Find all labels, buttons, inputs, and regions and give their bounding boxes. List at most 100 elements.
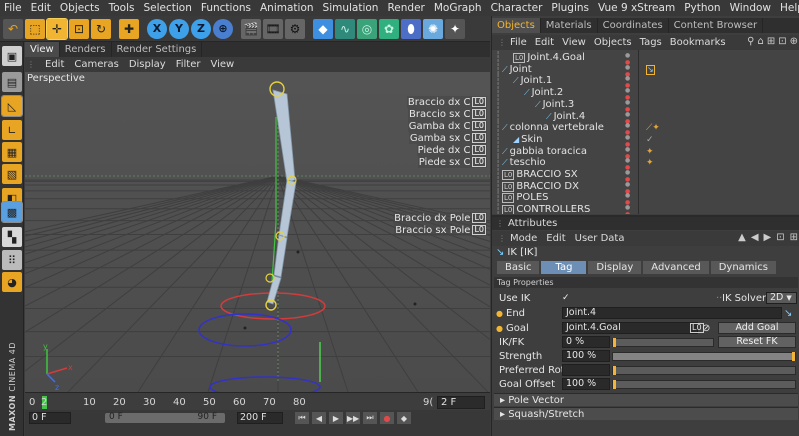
menu-window[interactable]: Window — [730, 2, 771, 14]
checker-icon[interactable]: ▚ — [2, 227, 22, 247]
tab-view[interactable]: View — [25, 42, 60, 57]
object-item-joint[interactable]: ┆ ⟋ Joint ● ● ↘ — [492, 64, 799, 77]
ik-tag-icon[interactable]: ↘ — [646, 64, 655, 75]
viewport-menu-view[interactable]: View — [210, 59, 234, 70]
object-item-joint-1[interactable]: ┆ ⟋ Joint.1 ● ● — [492, 75, 799, 89]
viewport-menu-cameras[interactable]: Cameras — [74, 59, 118, 70]
viewport-menu-edit[interactable]: Edit — [45, 59, 64, 70]
edges-mode-icon[interactable]: ▧ — [2, 164, 22, 184]
forward-icon[interactable]: ▶ — [764, 232, 772, 243]
preferred-rot-field[interactable] — [562, 364, 610, 376]
objects-menu-view[interactable]: View — [562, 37, 586, 48]
menu-plugins[interactable]: Plugins — [551, 2, 589, 14]
render-settings-icon[interactable]: ⚙ — [285, 18, 305, 39]
scene-icon[interactable]: ✺ — [423, 18, 443, 39]
attributes-menu-mode[interactable]: Mode — [510, 233, 537, 244]
object-mode-icon[interactable]: ◺ — [1, 95, 23, 117]
object-item-skin[interactable]: ┆ ◢ Skin ● ● ✓ — [492, 134, 799, 148]
menu-vue-9-xstream[interactable]: Vue 9 xStream — [598, 2, 675, 14]
object-item-braccio-dx[interactable]: ┆ L0 BRACCIO DX ● ● — [492, 181, 799, 195]
render-view-icon[interactable]: 🎬 — [241, 18, 261, 39]
back-icon[interactable]: ◀ — [751, 232, 759, 243]
menu-animation[interactable]: Animation — [260, 2, 314, 14]
coordinate-system-icon[interactable]: ⊕ — [213, 18, 233, 39]
controller-braccio-dx-c[interactable]: Braccio dx C L0 — [406, 96, 487, 108]
x-axis-icon[interactable]: X — [147, 18, 167, 39]
menu-help[interactable]: Help — [780, 2, 799, 14]
rotate-icon[interactable]: ↻ — [91, 18, 111, 39]
pole-vector-group[interactable]: ▸ Pole Vector — [494, 393, 798, 406]
objects-menu-tags[interactable]: Tags — [640, 37, 662, 48]
end-link-field[interactable]: Joint.4 — [562, 307, 782, 319]
workplane-icon[interactable]: ◕ — [2, 272, 22, 292]
cube-icon[interactable]: ◆ — [313, 18, 333, 39]
attr-tab-advanced[interactable]: Advanced — [643, 261, 709, 274]
ikfk-field[interactable]: 0 % — [562, 336, 610, 348]
ik-solver-select[interactable]: 2D ▼ — [766, 292, 797, 304]
menu-selection[interactable]: Selection — [143, 2, 191, 14]
render-picture-icon[interactable]: 🎞 — [263, 18, 283, 39]
nurbs-icon[interactable]: ◎ — [357, 18, 377, 39]
object-item-teschio[interactable]: ┆ ⟋ teschio ● ● ✦ — [492, 157, 799, 171]
tab-coordinates[interactable]: Coordinates — [598, 18, 669, 33]
constraint-tag-icon[interactable]: ✦ — [646, 146, 654, 158]
object-item-joint-4-goal[interactable]: ┆ L0 Joint.4.Goal ● ● — [492, 52, 799, 66]
controller-braccio-sx-c[interactable]: Braccio sx C L0 — [407, 108, 487, 120]
add-goal-button[interactable]: Add Goal — [718, 322, 796, 334]
end-frame-field[interactable]: 200 F — [237, 412, 283, 424]
menu-mograph[interactable]: MoGraph — [434, 2, 482, 14]
menu-simulation[interactable]: Simulation — [323, 2, 379, 14]
use-ik-checkbox[interactable]: ✓ — [562, 293, 570, 304]
current-frame-field[interactable]: 2 F — [437, 396, 485, 409]
object-item-joint-4[interactable]: ┆ ⟋ Joint.4 ● ● — [492, 111, 799, 125]
light-icon[interactable]: ✦ — [445, 18, 465, 39]
constraint-tag-icon[interactable]: ✦ — [646, 157, 654, 169]
end-animate-icon[interactable]: ● — [496, 307, 503, 320]
object-item-joint-2[interactable]: ┆ ⟋ Joint.2 ● ● — [492, 87, 799, 101]
object-item-braccio-sx[interactable]: ┆ L0 BRACCIO SX ● ● — [492, 169, 799, 183]
menu-functions[interactable]: Functions — [201, 2, 251, 14]
model-mode-icon[interactable]: ▤ — [2, 72, 22, 92]
scale-icon[interactable]: ⊡ — [69, 18, 89, 39]
goal-offset-slider[interactable] — [612, 380, 796, 389]
points-mode-icon[interactable]: ▦ — [2, 142, 22, 162]
home-icon[interactable]: ⌂ — [757, 36, 763, 47]
lock-icon[interactable]: ⊡ — [776, 232, 784, 243]
tab-renders[interactable]: Renders — [60, 42, 112, 57]
attributes-menu-user-data[interactable]: User Data — [575, 233, 625, 244]
z-axis-icon[interactable]: Z — [191, 18, 211, 39]
texture-mode-icon[interactable]: ▩ — [1, 201, 23, 223]
constraint-tag-icon[interactable]: ⟋✦ — [646, 122, 660, 134]
go-to-end-icon[interactable]: ⏭ — [363, 412, 377, 424]
y-axis-icon[interactable]: Y — [169, 18, 189, 39]
object-item-colonna-vertebrale[interactable]: ┆ ⟋ colonna vertebrale ● ● ⟋✦ — [492, 122, 799, 136]
attributes-menu-edit[interactable]: Edit — [546, 233, 565, 244]
objects-menu-edit[interactable]: Edit — [535, 37, 554, 48]
live-selection-icon[interactable]: ⬚ — [25, 18, 45, 39]
visibility-dots-icon[interactable]: ●● — [625, 204, 630, 214]
goal-clear-icon[interactable]: ⊘ — [702, 322, 710, 335]
record-icon[interactable]: ● — [380, 412, 394, 424]
object-item-poles[interactable]: ┆ L0 POLES ● ● — [492, 192, 799, 206]
object-item-gabbia-toracica[interactable]: ┆ ⟋ gabbia toracica ● ● ✦ — [492, 146, 799, 160]
tab-content-browser[interactable]: Content Browser — [669, 18, 764, 33]
tab-objects[interactable]: Objects — [492, 18, 541, 33]
undo-icon[interactable]: ↶ — [3, 18, 23, 39]
tab-materials[interactable]: Materials — [541, 18, 598, 33]
go-to-start-icon[interactable]: ⏮ — [295, 412, 309, 424]
attr-tab-dynamics[interactable]: Dynamics — [710, 261, 777, 274]
menu-objects[interactable]: Objects — [60, 2, 100, 14]
objects-menu-bookmarks[interactable]: Bookmarks — [670, 37, 726, 48]
attr-tab-tag[interactable]: Tag — [541, 261, 587, 274]
menu-edit[interactable]: Edit — [31, 2, 51, 14]
add-icon[interactable]: ✚ — [119, 18, 139, 39]
strength-slider[interactable] — [612, 352, 796, 361]
goal-animate-icon[interactable]: ● — [496, 322, 503, 335]
play-icon[interactable]: ▶ — [329, 412, 343, 424]
controller-braccio-dx-pole[interactable]: Braccio dx Pole L0 — [393, 212, 487, 224]
check-icon[interactable]: ✓ — [646, 134, 654, 146]
reset-fk-button[interactable]: Reset FK — [718, 336, 796, 348]
tab-render-settings[interactable]: Render Settings — [112, 42, 203, 57]
viewport-menu-filter[interactable]: Filter — [176, 59, 201, 70]
ikfk-slider[interactable] — [612, 338, 714, 347]
